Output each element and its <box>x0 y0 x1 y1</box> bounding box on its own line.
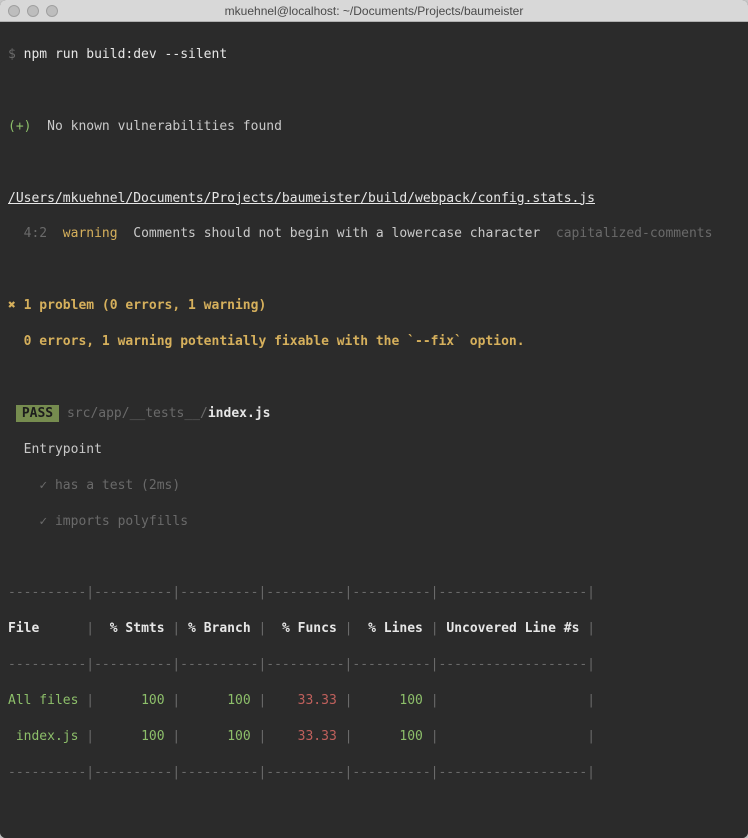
check-icon: ✓ <box>39 514 47 529</box>
check-icon: ✓ <box>39 478 47 493</box>
minimize-button[interactable] <box>27 5 39 17</box>
table-row: index.js | 100 | 100 | 33.33 | 100 | | <box>8 728 740 746</box>
lint-msg: Comments should not begin with a lowerca… <box>133 226 540 241</box>
window-title: mkuehnel@localhost: ~/Documents/Projects… <box>0 4 748 18</box>
test-pass-line: PASS src/app/__tests__/index.js <box>8 405 740 423</box>
test-item-2: ✓ imports polyfills <box>8 513 740 531</box>
titlebar[interactable]: mkuehnel@localhost: ~/Documents/Projects… <box>0 0 748 22</box>
vuln-icon: (+) <box>8 119 31 134</box>
suite-name: Entrypoint <box>8 441 740 459</box>
test-dir: src/app/__tests__/ <box>67 406 208 421</box>
test-file: index.js <box>208 406 271 421</box>
lint-message-line: 4:2 warning Comments should not begin wi… <box>8 225 740 243</box>
vuln-text: No known vulnerabilities found <box>47 119 282 134</box>
lint-rule: capitalized-comments <box>556 226 713 241</box>
zoom-button[interactable] <box>46 5 58 17</box>
lint-level: warning <box>63 226 118 241</box>
pass-badge: PASS <box>16 405 59 422</box>
lint-file-path: /Users/mkuehnel/Documents/Projects/baume… <box>8 190 740 208</box>
prompt-symbol: $ <box>8 47 16 62</box>
terminal-body[interactable]: $ npm run build:dev --silent (+) No know… <box>0 22 748 838</box>
problem-fixable: 0 errors, 1 warning potentially fixable … <box>8 333 740 351</box>
table-border: ----------|----------|----------|-------… <box>8 656 740 674</box>
problem-summary: ✖ 1 problem (0 errors, 1 warning) <box>8 297 740 315</box>
table-row: All files | 100 | 100 | 33.33 | 100 | | <box>8 692 740 710</box>
vuln-line: (+) No known vulnerabilities found <box>8 118 740 136</box>
traffic-lights <box>8 5 58 17</box>
x-icon: ✖ <box>8 298 16 313</box>
table-header: File | % Stmts | % Branch | % Funcs | % … <box>8 620 740 638</box>
command-text: npm run build:dev --silent <box>24 47 228 62</box>
lint-location: 4:2 <box>24 226 47 241</box>
table-border: ----------|----------|----------|-------… <box>8 584 740 602</box>
terminal-window: mkuehnel@localhost: ~/Documents/Projects… <box>0 0 748 838</box>
test-item-1: ✓ has a test (2ms) <box>8 477 740 495</box>
close-button[interactable] <box>8 5 20 17</box>
command-line: $ npm run build:dev --silent <box>8 46 740 64</box>
table-border: ----------|----------|----------|-------… <box>8 764 740 782</box>
